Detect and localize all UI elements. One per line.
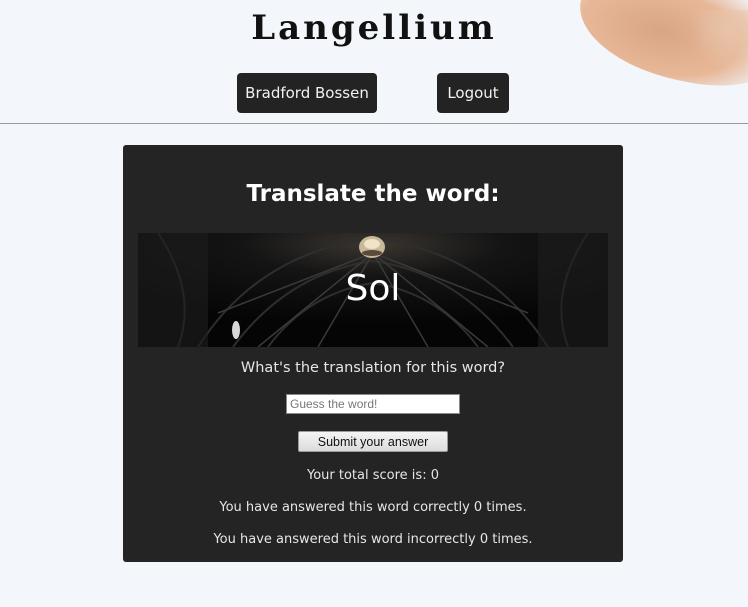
user-profile-button[interactable]: Bradford Bossen bbox=[237, 73, 377, 113]
total-score-text: Your total score is: 0 bbox=[307, 468, 439, 483]
correct-count-text: You have answered this word correctly 0 … bbox=[219, 500, 527, 515]
site-header: Langellium Bradford Bossen Logout bbox=[0, 0, 748, 124]
word-banner: Sol bbox=[138, 233, 608, 347]
incorrect-count-text: You have answered this word incorrectly … bbox=[213, 532, 533, 547]
target-word: Sol bbox=[345, 268, 401, 309]
translation-prompt: What's the translation for this word? bbox=[240, 360, 506, 376]
guess-input[interactable] bbox=[286, 394, 460, 414]
translation-card: Translate the word: Sol What's the trans… bbox=[123, 145, 623, 562]
submit-answer-button[interactable]: Submit your answer bbox=[298, 431, 448, 452]
logout-button[interactable]: Logout bbox=[437, 73, 509, 113]
card-title: Translate the word: bbox=[246, 181, 500, 207]
site-logo-title[interactable]: Langellium bbox=[0, 8, 748, 48]
